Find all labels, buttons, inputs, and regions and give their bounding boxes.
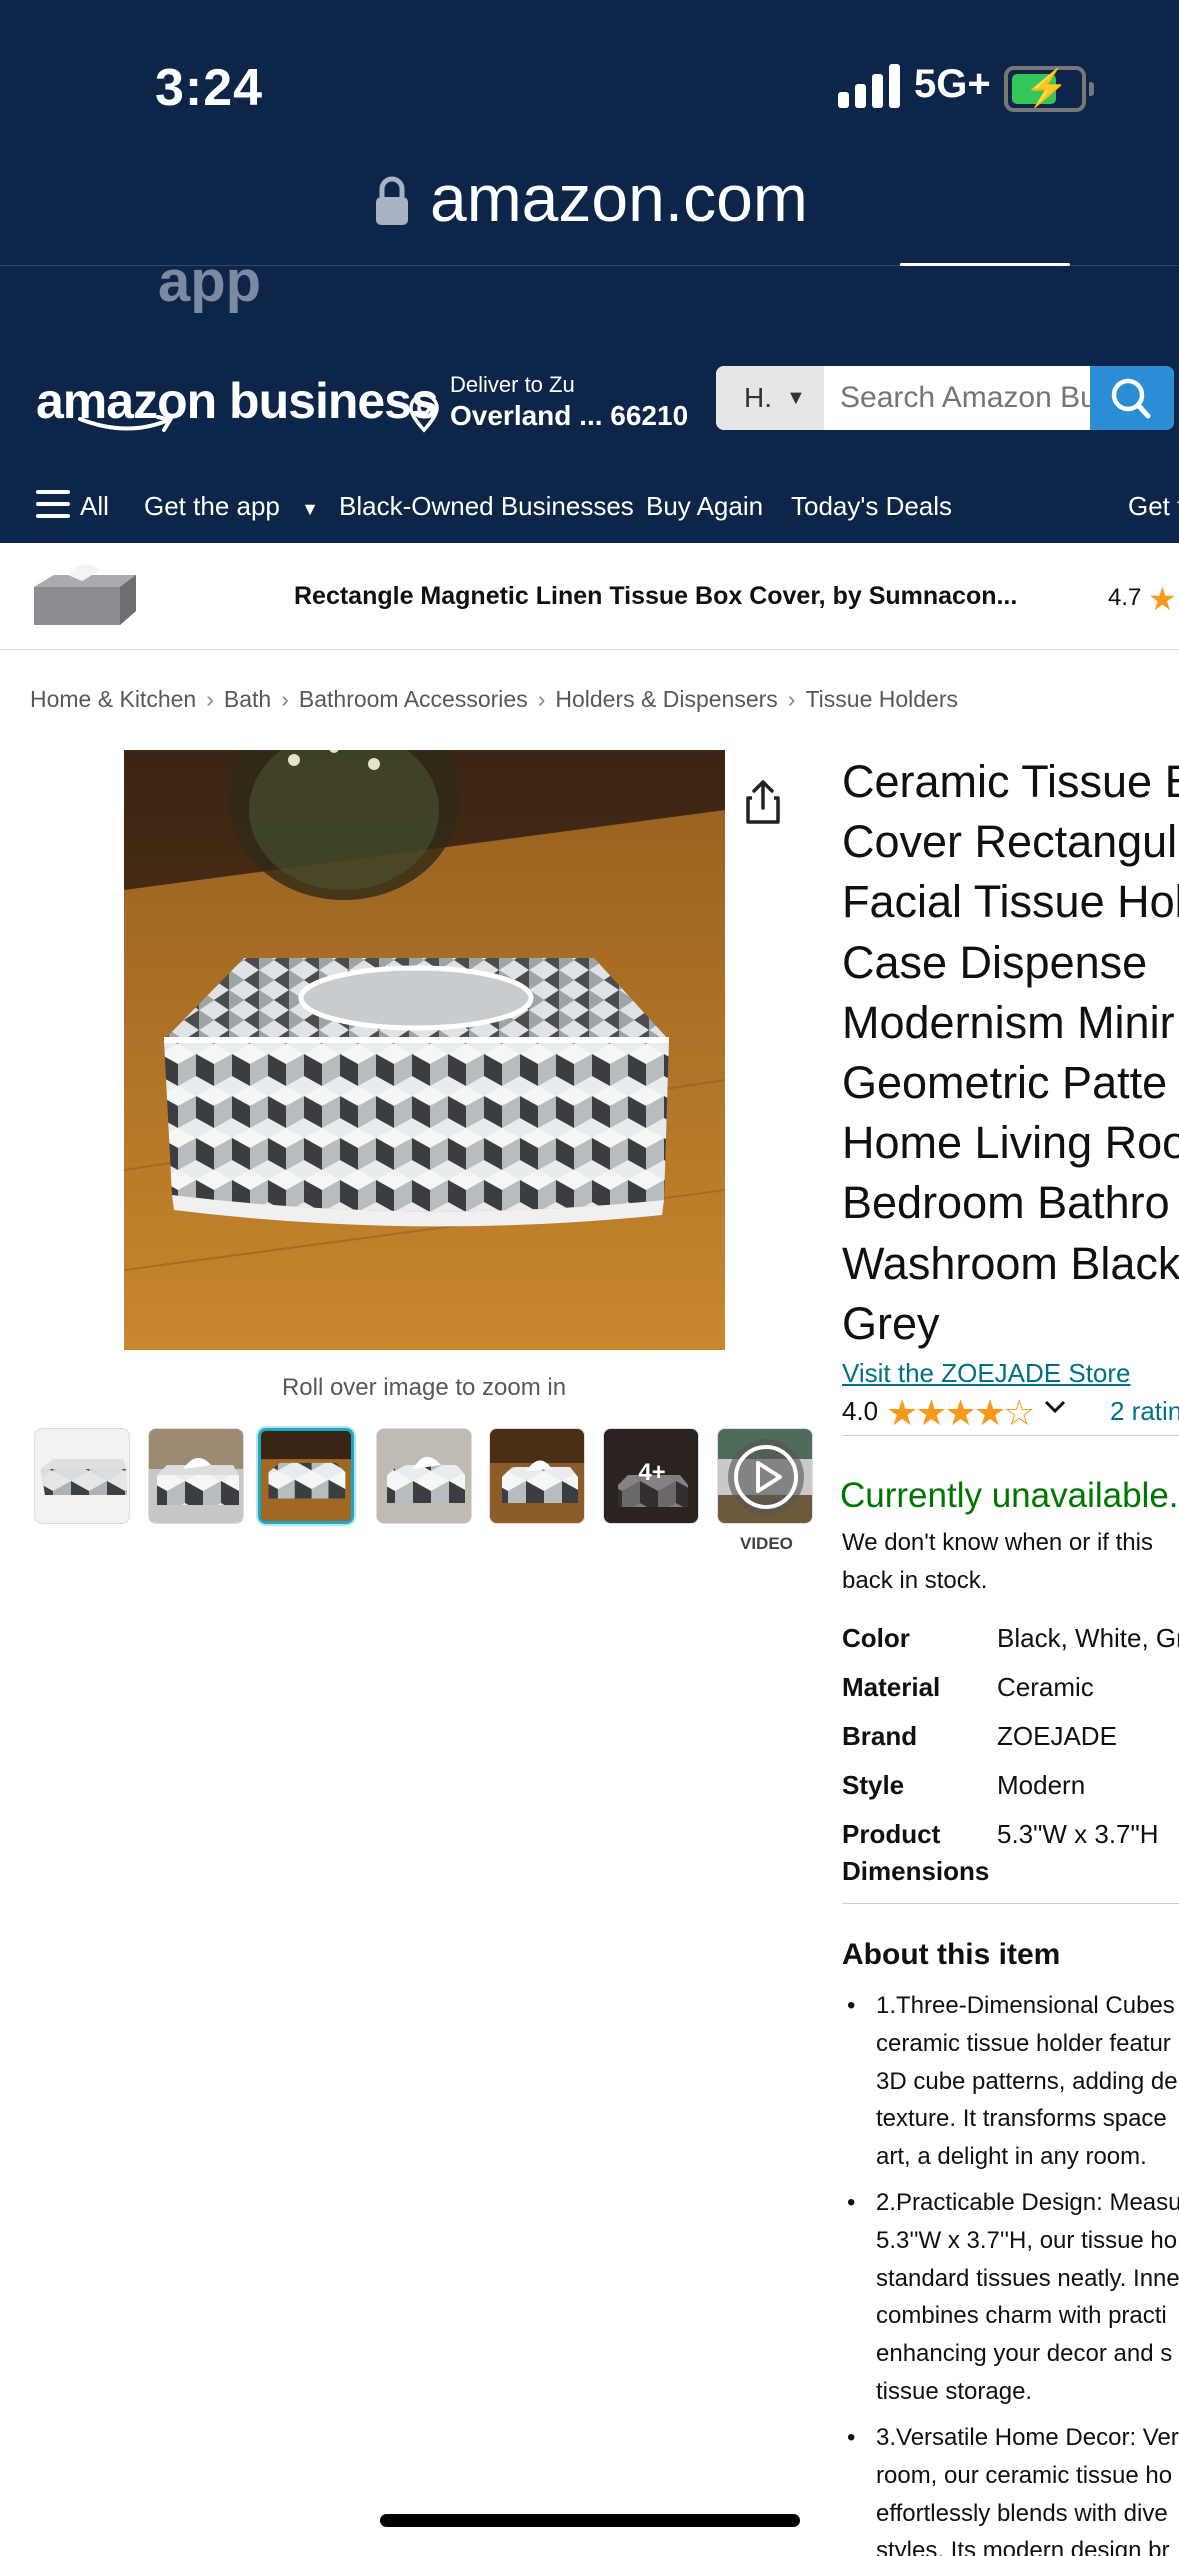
- gallery-thumbnail[interactable]: [148, 1428, 244, 1524]
- gallery-thumbnail[interactable]: [376, 1428, 472, 1524]
- spec-value: 5.3"W x 3.7"H: [997, 1819, 1159, 1849]
- about-bullet-text: 2.Practicable Design: Measu 5.3''W x 3.7…: [876, 2189, 1179, 2405]
- sticky-product-title[interactable]: Rectangle Magnetic Linen Tissue Box Cove…: [294, 582, 1017, 611]
- product-title-line: Bedroom Bathro: [842, 1177, 1170, 1229]
- caret-down-icon: ▼: [786, 387, 806, 409]
- bullet-dot: •: [847, 1992, 856, 2019]
- share-icon[interactable]: [744, 780, 782, 824]
- nav-bar: All Get the app ▼ Black-Owned Businesses…: [0, 469, 1179, 543]
- url-text[interactable]: amazon.com: [430, 160, 808, 236]
- product-title-line: Cover Rectangula: [842, 816, 1179, 868]
- nav-item-label: Get the app: [144, 491, 280, 521]
- gallery-thumbnail[interactable]: [489, 1428, 585, 1524]
- gallery-video-thumbnail[interactable]: [717, 1428, 813, 1524]
- bullet-dot: •: [847, 2189, 856, 2216]
- nav-item-get-the-app[interactable]: Get the app ▼: [144, 491, 319, 522]
- deliver-to-label[interactable]: Deliver to Zu: [450, 372, 575, 398]
- breadcrumb: Home & Kitchen › Bath › Bathroom Accessories…: [30, 686, 958, 713]
- nav-item-get[interactable]: Get f: [1128, 491, 1179, 522]
- nav-item-black-owned[interactable]: Black-Owned Businesses: [339, 491, 634, 522]
- about-bullet: • 2.Practicable Design: Measu 5.3''W x 3…: [842, 2184, 1179, 2414]
- divider: [842, 1903, 1179, 1904]
- breadcrumb-item[interactable]: Home & Kitchen: [30, 686, 196, 712]
- spec-value: Ceramic: [997, 1672, 1094, 1702]
- breadcrumb-item[interactable]: Bath: [224, 686, 271, 712]
- chevron-right-icon: ›: [787, 686, 796, 712]
- battery-charging-icon: ⚡: [1004, 66, 1094, 112]
- location-pin-icon: [409, 395, 439, 433]
- spec-value: Modern: [997, 1770, 1086, 1800]
- department-label: H.: [744, 382, 772, 413]
- search-bar: H. ▼: [716, 366, 1174, 430]
- chevron-down-icon[interactable]: [1044, 1400, 1066, 1414]
- product-title-line: Grey: [842, 1297, 940, 1349]
- status-time: 3:24: [155, 59, 264, 117]
- product-title-line: Facial Tissue Hol: [842, 876, 1179, 928]
- spec-value: Black, White, Gr: [997, 1623, 1179, 1653]
- deliver-location[interactable]: Overland ... 66210: [450, 400, 688, 432]
- app-banner-text: app: [158, 249, 262, 314]
- nav-item-buy-again[interactable]: Buy Again: [646, 491, 763, 522]
- signal-icon: [838, 62, 900, 108]
- product-title-line: Washroom Black: [842, 1237, 1179, 1289]
- logo-smile-icon: [78, 415, 174, 432]
- star-rating-icon[interactable]: ★★★★☆: [886, 1392, 1035, 1434]
- bullet-dot: •: [847, 2424, 856, 2451]
- hamburger-menu-icon[interactable]: [36, 490, 70, 518]
- spec-key: Brand: [842, 1721, 918, 1751]
- breadcrumb-item[interactable]: Bathroom Accessories: [299, 686, 528, 712]
- gallery-thumbnail-selected[interactable]: [258, 1428, 354, 1524]
- breadcrumb-item[interactable]: Holders & Dispensers: [555, 686, 777, 712]
- product-title-line: Geometric Patte: [842, 1057, 1168, 1109]
- star-icon: ★: [1148, 581, 1177, 617]
- gallery-thumbnail-more[interactable]: 4+: [603, 1428, 699, 1524]
- nav-item-todays-deals[interactable]: Today's Deals: [791, 491, 952, 522]
- product-title-line: Home Living Roo: [842, 1117, 1179, 1169]
- spec-key: Product Dimensions: [842, 1819, 990, 1886]
- video-label: VIDEO: [740, 1534, 793, 1553]
- spec-value: ZOEJADE: [997, 1721, 1117, 1751]
- availability-description: We don't know when or if this back in st…: [842, 1529, 1153, 1594]
- lock-icon: [376, 176, 408, 225]
- caret-down-icon: ▼: [301, 499, 319, 519]
- spec-key: Color: [842, 1623, 910, 1653]
- nav-item-all[interactable]: All: [80, 491, 109, 522]
- home-indicator[interactable]: [380, 2514, 800, 2527]
- tissue-box-thumbnail: [34, 564, 136, 625]
- about-bullet-text: 3.Versatile Home Decor: Ver room, our ce…: [876, 2424, 1179, 2556]
- rating-value: 4.0: [842, 1396, 879, 1426]
- breadcrumb-item[interactable]: Tissue Holders: [805, 686, 958, 712]
- chevron-right-icon: ›: [206, 686, 214, 712]
- search-department-select[interactable]: H. ▼: [716, 366, 824, 430]
- about-heading: About this item: [842, 1938, 1061, 1971]
- divider: [842, 1435, 1179, 1436]
- search-icon: [1111, 378, 1151, 419]
- store-link[interactable]: Visit the ZOEJADE Store: [842, 1358, 1131, 1389]
- chevron-right-icon: ›: [537, 686, 546, 712]
- about-bullet-text: 1.Three-Dimensional Cubes ceramic tissue…: [876, 1992, 1178, 2171]
- more-images-count: 4+: [638, 1459, 666, 1486]
- banner-divider: [900, 263, 1070, 266]
- availability-status: Currently unavailable.: [840, 1476, 1179, 1515]
- search-button[interactable]: [1090, 366, 1174, 430]
- gallery-thumbnail[interactable]: [34, 1428, 130, 1524]
- product-title: Ceramic Tissue B Cover Rectangula Facial…: [842, 752, 1179, 1354]
- product-title-line: Ceramic Tissue B: [842, 756, 1179, 807]
- zoom-hint: Roll over image to zoom in: [281, 1374, 567, 1401]
- main-product-image[interactable]: [124, 750, 725, 1350]
- sticky-rating-value: 4.7: [1108, 584, 1142, 611]
- about-bullet: • 3.Versatile Home Decor: Ver room, our …: [842, 2419, 1179, 2556]
- network-type: 5G+: [914, 62, 991, 106]
- search-input[interactable]: [824, 366, 1094, 430]
- spec-key: Style: [842, 1770, 905, 1800]
- product-title-line: Modernism Minir: [842, 996, 1175, 1048]
- spec-key: Material: [842, 1672, 941, 1702]
- chevron-right-icon: ›: [281, 686, 289, 712]
- product-title-line: Case Dispense: [842, 936, 1148, 988]
- ratings-count-link[interactable]: 2 ratin: [1110, 1396, 1179, 1427]
- about-bullet: • 1.Three-Dimensional Cubes ceramic tiss…: [842, 1987, 1179, 2177]
